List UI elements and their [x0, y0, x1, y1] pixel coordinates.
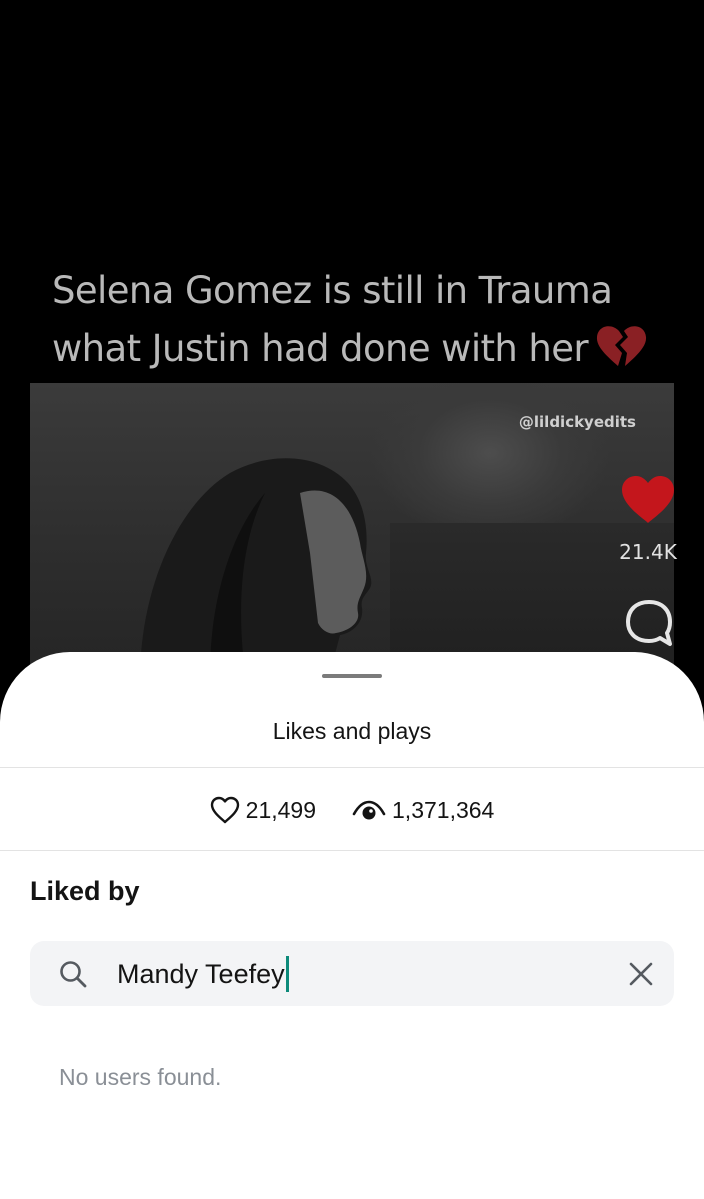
search-icon: [60, 961, 87, 988]
comment-icon[interactable]: [624, 598, 674, 648]
search-box[interactable]: Mandy Teefey: [30, 941, 674, 1006]
like-heart-icon[interactable]: [620, 475, 676, 525]
video-frame[interactable]: @lildickyedits: [30, 383, 674, 673]
like-count: 21.4K: [619, 540, 677, 564]
search-input-value: Mandy Teefey: [117, 958, 285, 989]
plays-count: 1,371,364: [392, 796, 495, 823]
post-caption: Selena Gomez is still in Trauma what Jus…: [52, 262, 672, 378]
clear-search-icon[interactable]: [628, 961, 654, 987]
divider: [0, 850, 704, 851]
drag-handle[interactable]: [322, 674, 382, 678]
divider: [0, 767, 704, 768]
heart-outline-icon: [210, 796, 239, 824]
broken-heart-icon: [596, 326, 647, 366]
video-watermark: @lildickyedits: [518, 413, 636, 431]
screen: Selena Gomez is still in Trauma what Jus…: [0, 0, 704, 1199]
stats-row: 21,499 1,371,364: [0, 792, 704, 828]
plays-stat: 1,371,364: [352, 797, 494, 824]
likes-count: 21,499: [245, 796, 317, 823]
eye-icon: [352, 800, 386, 820]
search-input[interactable]: Mandy Teefey: [117, 955, 289, 993]
sheet-title: Likes and plays: [272, 718, 432, 744]
liked-by-title: Liked by: [30, 876, 140, 906]
likes-and-plays-sheet: Likes and plays 21,499 1,371,364 Liked b…: [0, 652, 704, 1199]
post-caption-text: Selena Gomez is still in Trauma what Jus…: [52, 269, 613, 370]
text-caret: [285, 956, 289, 992]
empty-state-message: No users found.: [59, 1064, 222, 1090]
likes-stat: 21,499: [210, 796, 316, 824]
